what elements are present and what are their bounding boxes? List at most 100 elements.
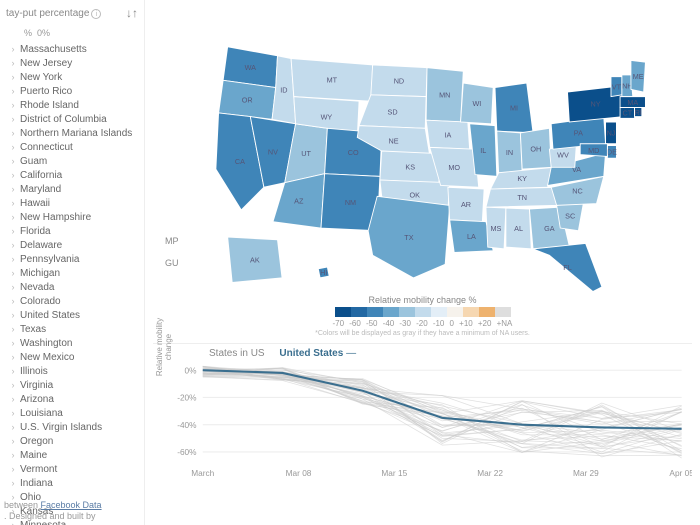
sidebar-item[interactable]: ›Texas [0,322,144,336]
state-label: VT [612,82,622,91]
state-label: PA [574,129,583,138]
state-label: SD [388,107,398,116]
sidebar-item-label: Maryland [20,184,61,195]
legend-swatch [431,307,447,317]
sidebar-item[interactable]: ›Washington [0,336,144,350]
sidebar-item[interactable]: ›Louisiana [0,406,144,420]
legend-tick: -10 [433,319,445,328]
sidebar-item-label: U.S. Virgin Islands [20,422,102,433]
sidebar-item-label: New Jersey [20,58,72,69]
sort-icon[interactable]: ↓↑ [126,6,138,20]
sidebar-item[interactable]: ›Virginia [0,378,144,392]
chevron-right-icon: › [6,282,20,292]
sidebar-item[interactable]: ›Massachusetts [0,42,144,56]
x-tick: Mar 29 [573,468,599,478]
sidebar-item[interactable]: ›U.S. Virgin Islands [0,420,144,434]
sidebar-item[interactable]: ›Michigan [0,266,144,280]
chart-container: Relative mobility change States in US Un… [153,343,692,525]
sidebar-item-label: Michigan [20,268,60,279]
facebook-data-link[interactable]: Facebook Data [41,500,102,510]
chevron-right-icon: › [6,156,20,166]
line-chart[interactable]: 0%-20%-40%-60%MarchMar 08Mar 15Mar 22Mar… [153,361,692,481]
legend-swatch [367,307,383,317]
sidebar-item[interactable]: ›New Hampshire [0,210,144,224]
state-label: WI [472,99,481,108]
legend-tick: -60 [349,319,361,328]
sidebar-item[interactable]: ›Illinois [0,364,144,378]
chart-us-label: United States [279,348,343,359]
sidebar-item-label: Puerto Rico [20,86,72,97]
sidebar-item[interactable]: ›Maryland [0,182,144,196]
sidebar-item[interactable]: ›California [0,168,144,182]
sidebar-col-header: % 0% [0,26,144,42]
legend-swatch [335,307,351,317]
sidebar-item[interactable]: ›Arizona [0,392,144,406]
state-label: UT [301,149,311,158]
sidebar-item-label: New Hampshire [20,212,91,223]
sidebar-item[interactable]: ›New Mexico [0,350,144,364]
sidebar-item[interactable]: ›Indiana [0,476,144,490]
sidebar-item[interactable]: ›Florida [0,224,144,238]
state-label: MA [627,98,638,107]
sidebar-item[interactable]: ›Vermont [0,462,144,476]
sidebar-item[interactable]: ›New York [0,70,144,84]
sidebar-item[interactable]: ›New Jersey [0,56,144,70]
chevron-right-icon: › [6,380,20,390]
chevron-right-icon: › [6,58,20,68]
state-label: OR [242,96,253,105]
sidebar-item[interactable]: ›Rhode Island [0,98,144,112]
chevron-right-icon: › [6,86,20,96]
state-label: NE [388,136,398,145]
state-label: MI [510,104,518,113]
map-legend: Relative mobility change % -70-60-50-40-… [153,295,692,337]
sidebar-item[interactable]: ›Hawaii [0,196,144,210]
chevron-right-icon: › [6,422,20,432]
us-map[interactable]: WAORCAIDNVUTAZMTWYCONMNDSDNEKSOKTXMNIAMO… [153,6,692,296]
y-tick: -40% [177,420,197,430]
state-label: MT [327,76,338,85]
legend-tick: +20 [478,319,492,328]
sidebar-item[interactable]: ›Delaware [0,238,144,252]
sidebar-item-label: Indiana [20,478,53,489]
x-tick: Mar 22 [477,468,503,478]
chevron-right-icon: › [6,128,20,138]
chevron-right-icon: › [6,198,20,208]
chart-legend: States in US United States — [209,348,692,359]
sidebar-item[interactable]: ›Nevada [0,280,144,294]
chevron-right-icon: › [6,254,20,264]
sidebar-item[interactable]: ›Guam [0,154,144,168]
y-tick: -20% [177,393,197,403]
chevron-right-icon: › [6,352,20,362]
sidebar-item[interactable]: ›Maine [0,448,144,462]
sidebar-item[interactable]: ›Northern Mariana Islands [0,126,144,140]
sidebar-item[interactable]: ›United States [0,308,144,322]
sidebar-item-label: Vermont [20,464,57,475]
sidebar-item-label: Rhode Island [20,100,79,111]
sidebar-item-label: Connecticut [20,142,73,153]
state-label: IN [506,148,513,157]
chevron-right-icon: › [6,324,20,334]
sidebar-item[interactable]: ›Puerto Rico [0,84,144,98]
info-icon[interactable]: i [91,9,101,19]
state-label: HI [320,268,327,277]
chevron-right-icon: › [6,184,20,194]
sidebar-item-label: New York [20,72,62,83]
sidebar-header: tay-put percentagei ↓↑ [0,4,144,26]
legend-tick: -30 [399,319,411,328]
sidebar-item[interactable]: ›Connecticut [0,140,144,154]
sidebar-item[interactable]: ›Oregon [0,434,144,448]
sidebar-item-label: Louisiana [20,408,63,419]
sidebar-item[interactable]: ›Colorado [0,294,144,308]
sidebar-item-label: Virginia [20,380,53,391]
sidebar-item[interactable]: ›District of Columbia [0,112,144,126]
chevron-right-icon: › [6,240,20,250]
legend-tick: -20 [416,319,428,328]
chevron-right-icon: › [6,44,20,54]
legend-tick: -70 [333,319,345,328]
y-tick: 0% [185,365,198,375]
sidebar-item[interactable]: ›Pennsylvania [0,252,144,266]
sidebar-title: tay-put percentage [6,8,89,19]
legend-swatch [447,307,463,317]
state-label: GA [544,224,555,233]
chevron-right-icon: › [6,338,20,348]
